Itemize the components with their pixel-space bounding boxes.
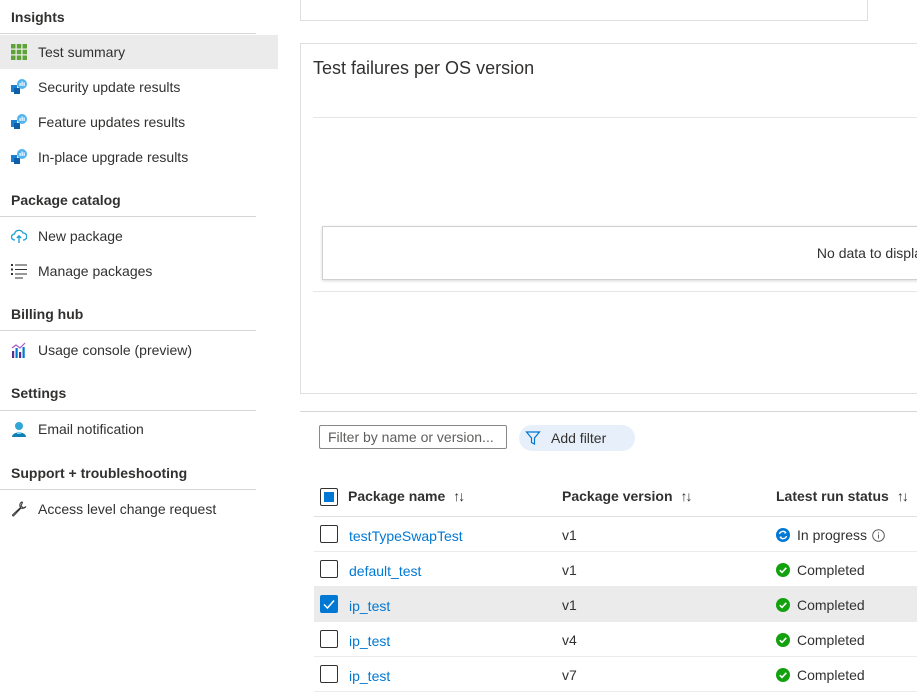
column-header-label: Package version [562, 488, 673, 504]
divider [0, 216, 256, 217]
status-text: Completed [797, 632, 865, 648]
package-name-link[interactable]: ip_test [349, 668, 390, 684]
no-data-panel: No data to display [322, 226, 917, 280]
divider [0, 489, 256, 490]
section-title-settings: Settings [11, 385, 67, 401]
sidebar-item-usage-console[interactable]: Usage console (preview) [0, 333, 278, 367]
check-circle-icon [776, 598, 790, 612]
sidebar-item-label: Email notification [38, 421, 144, 437]
table-row[interactable]: ip_test v4 Completed [314, 622, 917, 657]
section-title-insights: Insights [11, 9, 65, 25]
results-chart-icon [11, 114, 27, 130]
checkmark-icon [323, 600, 335, 610]
sidebar-item-label: Access level change request [38, 501, 217, 517]
sidebar-item-access-level-change[interactable]: Access level change request [0, 492, 278, 526]
row-checkbox[interactable] [320, 525, 338, 543]
sort-icon[interactable]: ↑↓ [681, 488, 693, 504]
row-checkbox[interactable] [320, 560, 338, 578]
run-status: In progress [776, 527, 885, 543]
sidebar-item-label: Security update results [38, 79, 181, 95]
status-text: In progress [797, 527, 868, 543]
column-header-package-version[interactable]: Package version ↑↓ [562, 488, 693, 504]
chart-title: Test failures per OS version [313, 58, 535, 78]
check-circle-icon [776, 668, 790, 682]
table-row[interactable]: ip_test v1 Completed [314, 587, 917, 622]
sidebar-item-feature-updates-results[interactable]: Feature updates results [0, 105, 278, 139]
select-all-checkbox[interactable] [320, 488, 338, 506]
chart-card: Test failures per OS version No data to … [300, 43, 917, 394]
column-header-label: Package name [348, 488, 446, 504]
package-name-link[interactable]: testTypeSwapTest [349, 528, 463, 544]
section-title-support: Support + troubleshooting [11, 465, 188, 481]
row-checkbox[interactable] [320, 630, 338, 648]
check-circle-icon [776, 633, 790, 647]
usage-chart-icon [11, 342, 27, 358]
sidebar-item-label: Manage packages [38, 263, 153, 279]
sidebar-item-manage-packages[interactable]: Manage packages [0, 254, 278, 288]
sidebar-item-new-package[interactable]: New package [0, 219, 278, 253]
column-header-label: Latest run status [776, 488, 889, 504]
sidebar-item-label: Usage console (preview) [38, 342, 193, 358]
filter-input[interactable] [319, 425, 507, 449]
sidebar-item-label: Feature updates results [38, 114, 186, 130]
table-row[interactable]: ip_test v7 Completed [314, 657, 917, 692]
column-header-package-name[interactable]: Package name ↑↓ [348, 488, 465, 504]
sidebar-item-label: Test summary [38, 44, 126, 60]
package-name-link[interactable]: ip_test [349, 598, 390, 614]
section-title-billing-hub: Billing hub [11, 306, 84, 322]
run-status: Completed [776, 632, 865, 648]
top-card [300, 0, 868, 21]
sidebar-item-in-place-upgrade-results[interactable]: In-place upgrade results [0, 140, 278, 174]
package-version: v4 [562, 632, 577, 648]
column-header-latest-run-status[interactable]: Latest run status ↑↓ [776, 488, 909, 504]
wrench-icon [11, 501, 27, 517]
no-data-message: No data to display [816, 245, 917, 261]
run-status: Completed [776, 667, 865, 683]
sidebar-item-test-summary[interactable]: Test summary [0, 35, 278, 69]
indeterminate-mark [324, 492, 334, 502]
package-version: v1 [562, 597, 577, 613]
chart-divider [313, 117, 917, 118]
sidebar-item-label: In-place upgrade results [38, 149, 189, 165]
section-divider [300, 411, 917, 412]
status-text: Completed [797, 667, 865, 683]
grid-icon [11, 44, 27, 60]
section-title-package-catalog: Package catalog [11, 192, 121, 208]
sidebar-item-security-update-results[interactable]: Security update results [0, 70, 278, 104]
cloud-upload-icon [11, 228, 27, 244]
chart-divider [313, 291, 917, 292]
package-version: v7 [562, 667, 577, 683]
status-text: Completed [797, 562, 865, 578]
add-filter-button[interactable]: Add filter [519, 425, 635, 451]
sort-icon[interactable]: ↑↓ [453, 488, 465, 504]
package-name-link[interactable]: ip_test [349, 633, 390, 649]
info-icon[interactable] [872, 528, 885, 542]
package-version: v1 [562, 562, 577, 578]
add-filter-label: Add filter [551, 430, 607, 446]
filter-icon [525, 430, 541, 446]
divider [0, 330, 256, 331]
table-row[interactable]: testTypeSwapTest v1 In progress [314, 517, 917, 552]
divider [0, 33, 256, 34]
run-status: Completed [776, 597, 865, 613]
person-icon [11, 421, 27, 437]
status-text: Completed [797, 597, 865, 613]
sort-icon[interactable]: ↑↓ [897, 488, 909, 504]
in-progress-icon [776, 528, 790, 542]
results-chart-icon [11, 149, 27, 165]
row-checkbox[interactable] [320, 595, 338, 613]
divider [0, 410, 256, 411]
table-row[interactable]: default_test v1 Completed [314, 552, 917, 587]
package-name-link[interactable]: default_test [349, 563, 421, 579]
list-icon [11, 263, 27, 279]
sidebar-item-email-notification[interactable]: Email notification [0, 412, 278, 446]
row-checkbox[interactable] [320, 665, 338, 683]
sidebar-item-label: New package [38, 228, 123, 244]
sidebar: Insights Test summary Security update re… [0, 0, 280, 695]
check-circle-icon [776, 563, 790, 577]
results-chart-icon [11, 79, 27, 95]
run-status: Completed [776, 562, 865, 578]
package-version: v1 [562, 527, 577, 543]
